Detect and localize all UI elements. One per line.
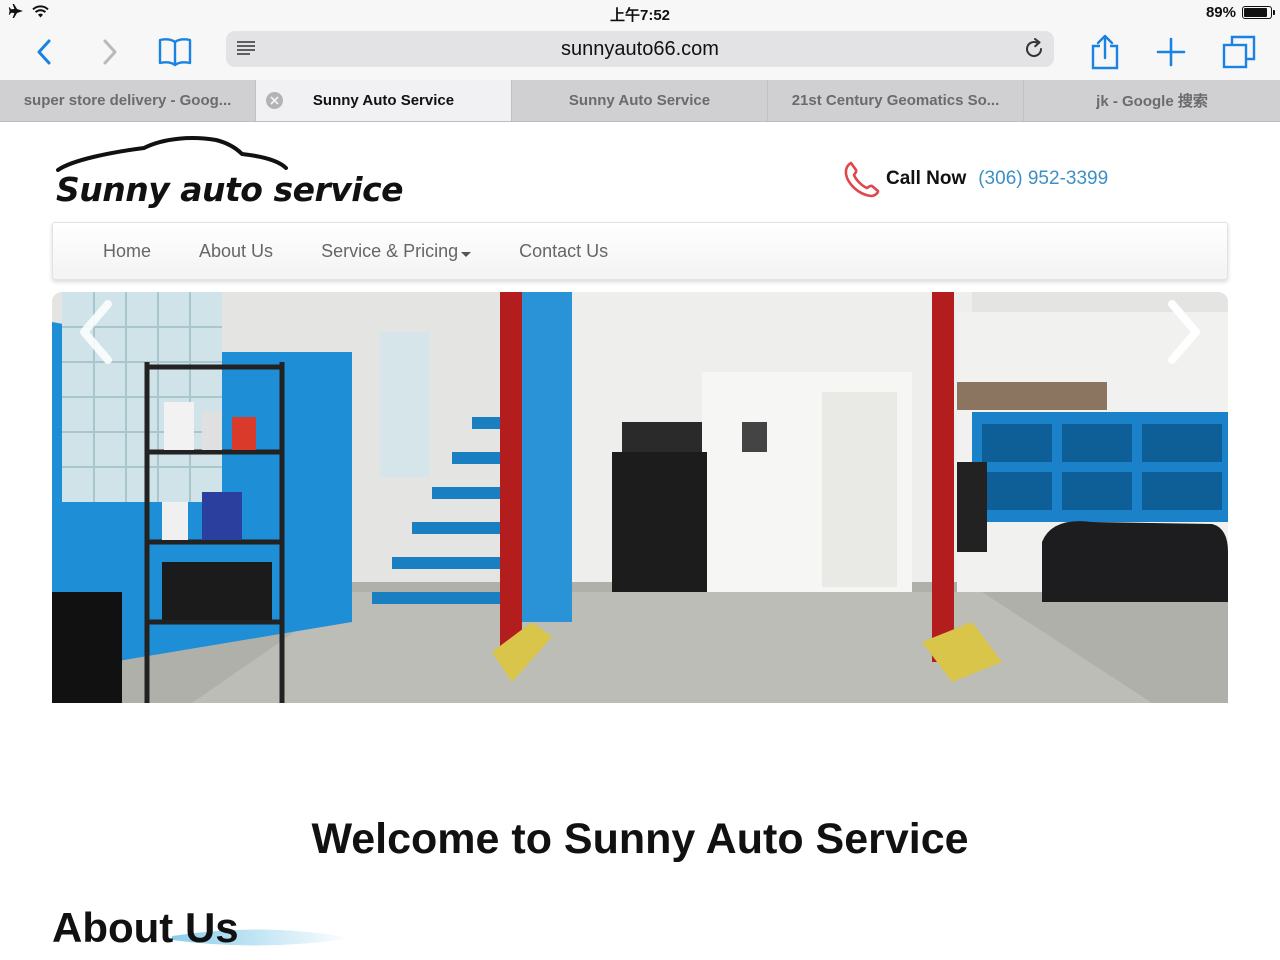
bookmarks-icon [158,38,192,67]
caret-down-icon [461,251,472,257]
phone-number-link[interactable]: (306) 952-3399 [978,168,1108,190]
url-text[interactable]: sunnyauto66.com [226,38,1054,61]
tab-2[interactable]: Sunny Auto Service [512,80,768,121]
reload-icon [1026,38,1042,57]
chevron-left-icon [80,300,112,364]
hero-carousel [52,292,1228,703]
phone-icon [844,161,880,198]
tabs-icon [1222,35,1256,69]
close-tab-button[interactable] [266,92,283,109]
main-nav: Home About Us Service & Pricing Contact … [52,222,1228,280]
carousel-prev-button[interactable] [66,292,126,372]
clock: 上午7:52 [609,7,671,24]
new-tab-icon [1156,37,1186,67]
site-logo[interactable]: Sunny auto service [52,134,404,209]
bookmarks-button[interactable] [153,30,197,74]
web-page: Sunny auto service Call Now (306) 952-33… [0,122,1280,960]
nav-service-pricing[interactable]: Service & Pricing [321,240,472,262]
new-tab-button[interactable] [1149,30,1193,74]
tab-title: 21st Century Geomatics So... [791,92,1000,109]
battery-icon [1242,6,1275,19]
tab-4[interactable]: jk - Google 搜索 [1024,80,1280,121]
tab-0[interactable]: super store delivery - Goog... [0,80,256,121]
status-bar: 上午7:52 89% [0,0,1280,26]
chevron-right-icon [1168,300,1200,364]
tabs-button[interactable] [1217,30,1261,74]
call-now[interactable]: Call Now (306) 952-3399 [842,160,1108,198]
nav-about-us[interactable]: About Us [199,241,273,262]
nav-home[interactable]: Home [103,241,151,262]
tab-title: super store delivery - Goog... [23,92,232,109]
battery-percent: 89% [1205,4,1236,21]
forward-button[interactable] [88,30,132,74]
call-now-label: Call Now [886,168,967,189]
share-button[interactable] [1083,30,1127,74]
share-icon [1091,34,1119,70]
tab-title: Sunny Auto Service [312,92,455,109]
carousel-next-button[interactable] [1154,292,1214,372]
logo-text: Sunny auto service [56,170,404,209]
welcome-heading: Welcome to Sunny Auto Service [311,815,969,863]
about-us-heading: About Us [52,904,239,951]
battery-level [1244,8,1268,17]
tab-title: Sunny Auto Service [568,92,711,109]
about-us-section: About Us [52,904,352,960]
reload-button[interactable] [1022,37,1046,61]
tab-title: jk - Google 搜索 [1096,93,1208,110]
forward-icon [103,39,117,65]
garage-photo [52,292,1228,703]
nav-service-pricing-label: Service & Pricing [321,240,459,261]
nav-contact-us[interactable]: Contact Us [519,241,608,262]
browser-toolbar: sunnyauto66.com [0,26,1280,80]
back-button[interactable] [22,30,66,74]
tab-1[interactable]: Sunny Auto Service [256,80,512,121]
address-bar[interactable]: sunnyauto66.com [226,31,1054,67]
close-icon [270,96,279,105]
tab-3[interactable]: 21st Century Geomatics So... [768,80,1024,121]
back-icon [37,39,51,65]
tab-strip: super store delivery - Goog... Sunny Aut… [0,80,1280,122]
